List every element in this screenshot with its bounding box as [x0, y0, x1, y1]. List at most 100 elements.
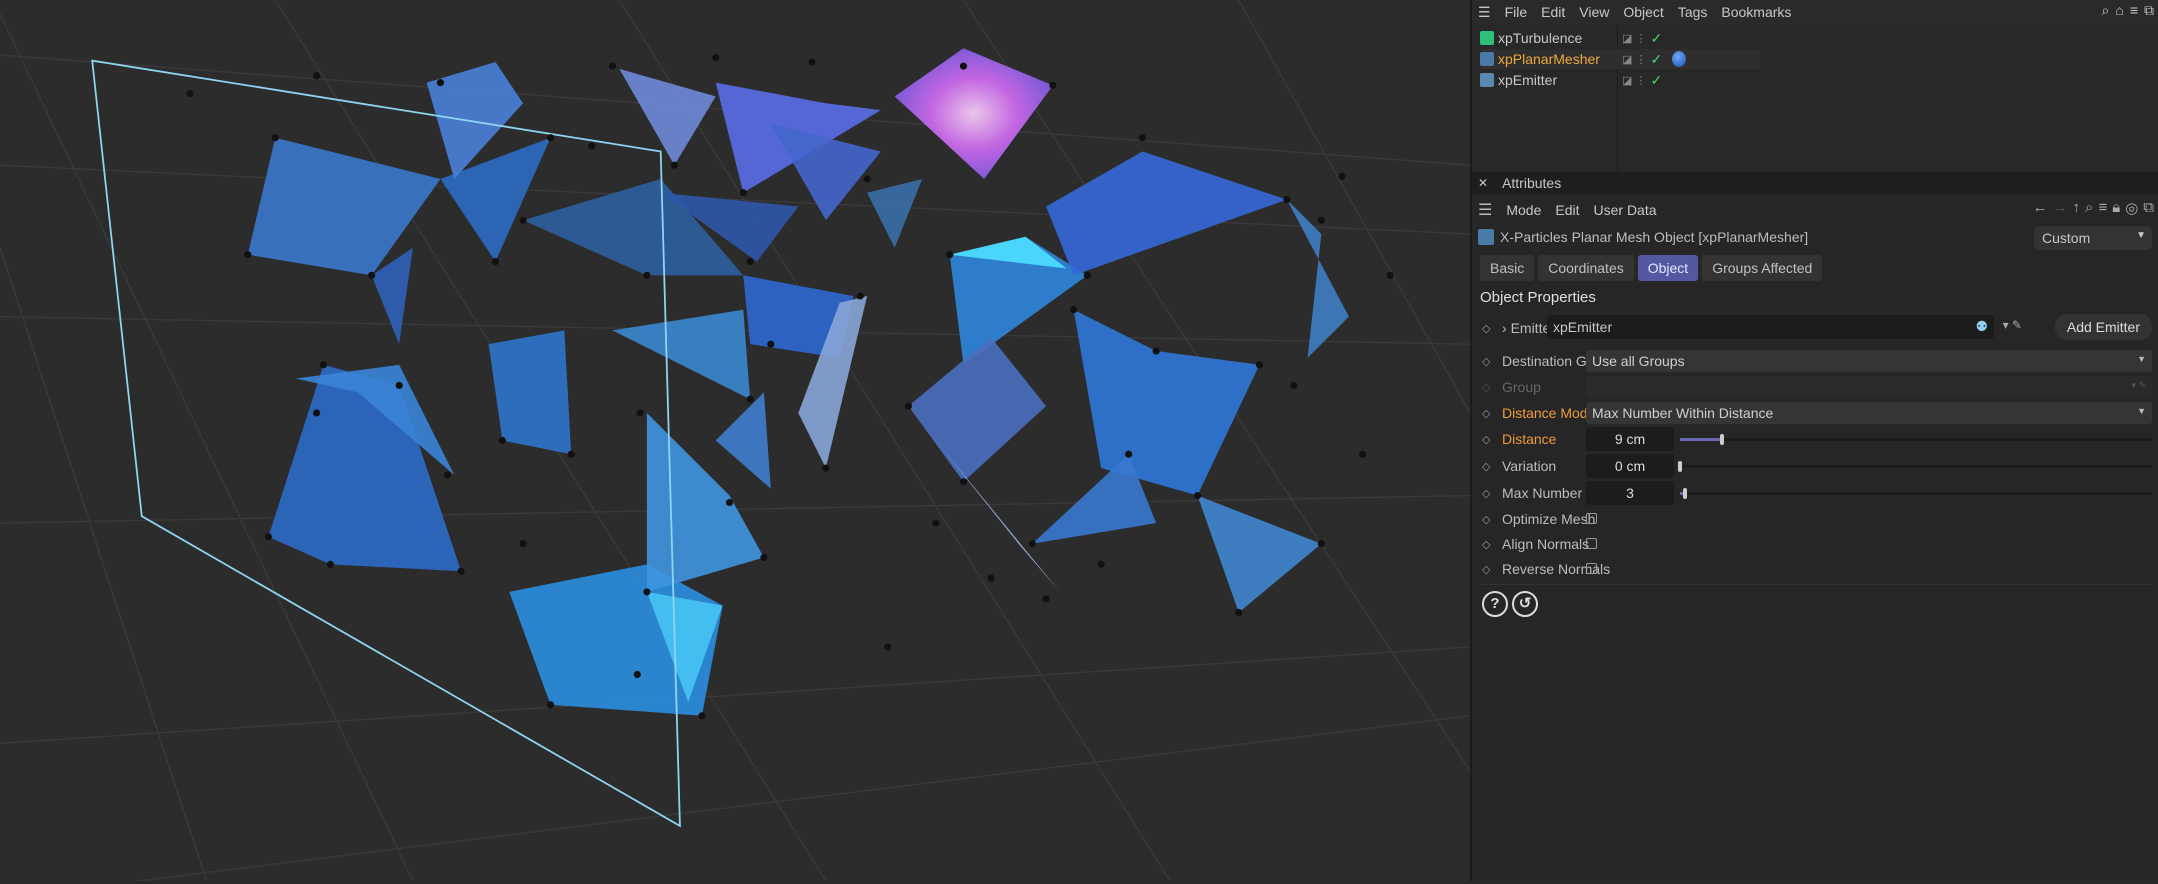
object-row-xpturbulence[interactable]: xpTurbulence ◪ ⋮ ✓ [1480, 28, 1760, 48]
particle-dot [608, 62, 617, 70]
enabled-check-icon[interactable]: ✓ [1650, 51, 1662, 68]
edit-flag-icon[interactable]: ◪ ⋮ [1622, 53, 1646, 66]
close-icon[interactable]: ✕ [1478, 176, 1488, 190]
back-arrow-icon[interactable]: ← [2033, 199, 2048, 217]
target-icon[interactable]: ◎ [2125, 199, 2138, 217]
max-number-row: ◇ Max Number 3 [1478, 481, 2152, 505]
new-window-icon[interactable]: ⧉ [2144, 2, 2154, 19]
particle-dot [633, 670, 641, 679]
edit-flag-icon[interactable]: ◪ ⋮ [1622, 74, 1646, 87]
particle-dot [959, 478, 968, 486]
filter-icon[interactable]: ≡ [2098, 199, 2107, 217]
menu-tags[interactable]: Tags [1678, 4, 1708, 20]
particle-dot [863, 175, 871, 183]
keyframe-diamond-icon[interactable]: ◇ [1482, 538, 1496, 551]
new-window-icon[interactable]: ⧉ [2143, 199, 2154, 217]
object-row-xpemitter[interactable]: xpEmitter ◪ ⋮ ✓ [1480, 70, 1760, 90]
object-title-text: X-Particles Planar Mesh Object [xpPlanar… [1500, 229, 1809, 245]
variation-slider[interactable] [1678, 461, 2152, 472]
particle-dot [946, 251, 954, 259]
destination-group-dropdown[interactable]: Use all Groups ▼ [1586, 350, 2152, 372]
search-icon[interactable]: ⌕ [2102, 2, 2110, 19]
reverse-normals-row: ◇ Reverse Normals [1478, 558, 2152, 580]
object-row-xpplanarmesher[interactable]: xpPlanarMesher ◪ ⋮ ✓ [1480, 49, 1760, 69]
help-icon[interactable]: ? [1482, 591, 1508, 617]
enabled-check-icon[interactable]: ✓ [1650, 72, 1662, 89]
max-number-slider[interactable] [1680, 488, 2152, 499]
menu-edit[interactable]: Edit [1541, 4, 1565, 20]
particle-dot [725, 498, 734, 507]
particle-dot [1235, 608, 1243, 617]
menu-mode[interactable]: Mode [1506, 202, 1541, 218]
particle-dot [767, 340, 775, 348]
particle-dot [856, 292, 864, 300]
hamburger-icon[interactable]: ☰ [1478, 200, 1492, 220]
reverse-normals-checkbox[interactable] [1586, 563, 1597, 574]
emitter-link-field[interactable]: xpEmitter ⚉ [1547, 315, 1994, 339]
search-icon[interactable]: ⌕ [2085, 199, 2093, 217]
keyframe-diamond-icon[interactable]: ◇ [1482, 433, 1496, 446]
menu-edit[interactable]: Edit [1555, 202, 1579, 218]
particle-dot [1028, 540, 1036, 548]
menu-file[interactable]: File [1505, 4, 1528, 20]
optimize-mesh-checkbox[interactable] [1586, 513, 1597, 524]
variation-input[interactable]: 0 cm [1586, 454, 1674, 478]
keyframe-diamond-icon[interactable]: ◇ [1482, 407, 1496, 420]
reset-icon[interactable]: ↺ [1512, 591, 1538, 617]
distance-slider[interactable] [1680, 434, 2152, 445]
particle-dot [712, 54, 720, 62]
object-name: xpTurbulence [1498, 30, 1583, 46]
menu-bookmarks[interactable]: Bookmarks [1721, 4, 1791, 20]
object-manager: xpTurbulence ◪ ⋮ ✓ xpPlanarMesher ◪ ⋮ ✓ … [1472, 24, 2158, 174]
menu-view[interactable]: View [1579, 4, 1609, 20]
particle-dot [1317, 216, 1325, 224]
keyframe-diamond-icon[interactable]: ◇ [1482, 355, 1496, 368]
home-icon[interactable]: ⌂ [2115, 2, 2123, 19]
distance-mode-dropdown[interactable]: Max Number Within Distance ▼ [1586, 402, 2152, 424]
particle-dot [643, 271, 651, 279]
preset-dropdown[interactable]: Custom ▼ [2034, 226, 2152, 250]
tab-groups-affected[interactable]: Groups Affected [1702, 255, 1823, 281]
up-arrow-icon[interactable]: ↑ [2073, 199, 2081, 217]
optimize-mesh-label: Optimize Mesh [1502, 511, 1596, 527]
keyframe-diamond-icon[interactable]: ◇ [1482, 513, 1496, 526]
material-tag-icon[interactable] [1672, 51, 1687, 67]
reverse-normals-label: Reverse Normals [1502, 561, 1611, 577]
group-row: ◇ Group ▾ ✎ [1478, 376, 2152, 398]
add-emitter-button[interactable]: Add Emitter [2054, 314, 2152, 340]
mesh-triangle [715, 392, 771, 489]
picker-dropdown-icon[interactable]: ▾ ✎ [2003, 318, 2022, 332]
menu-object[interactable]: Object [1623, 4, 1663, 20]
align-normals-row: ◇ Align Normals [1478, 533, 2152, 555]
mesh-triangle [908, 337, 1047, 482]
edit-flag-icon[interactable]: ◪ ⋮ [1622, 32, 1646, 45]
hamburger-icon[interactable]: ☰ [1478, 4, 1491, 21]
particle-dot [1359, 450, 1367, 458]
keyframe-diamond-icon[interactable]: ◇ [1482, 563, 1496, 576]
particle-dot [1283, 196, 1291, 204]
filter-icon[interactable]: ≡ [2130, 2, 2138, 19]
tab-coordinates[interactable]: Coordinates [1538, 255, 1634, 281]
particle-dot [395, 381, 403, 390]
particle-dot [244, 251, 252, 259]
planar-mesher-icon [1478, 229, 1494, 245]
forward-arrow-icon[interactable]: → [2053, 199, 2068, 217]
keyframe-diamond-icon[interactable]: ◇ [1482, 460, 1496, 473]
variation-row: ◇ Variation 0 cm [1478, 454, 2152, 478]
keyframe-diamond-icon[interactable]: ◇ [1482, 322, 1496, 335]
lock-icon[interactable]: 🔒︎ [2112, 199, 2120, 217]
emitter-row: ◇ › Emitter xpEmitter ⚉ ▾ ✎ Add Emitter [1478, 314, 2152, 340]
menu-user-data[interactable]: User Data [1594, 202, 1657, 218]
particle-dot [746, 395, 754, 403]
tab-basic[interactable]: Basic [1480, 255, 1535, 281]
tab-bar: Basic Coordinates Object Groups Affected [1480, 255, 1823, 281]
enabled-check-icon[interactable]: ✓ [1650, 30, 1662, 47]
tab-object[interactable]: Object [1637, 255, 1699, 281]
keyframe-diamond-icon[interactable]: ◇ [1482, 487, 1496, 500]
max-number-input[interactable]: 3 [1586, 481, 1674, 505]
align-normals-checkbox[interactable] [1586, 538, 1597, 549]
particle-dot [746, 257, 754, 266]
3d-viewport[interactable] [0, 0, 1471, 882]
particle-dot [436, 79, 445, 87]
distance-input[interactable]: 9 cm [1586, 427, 1674, 451]
